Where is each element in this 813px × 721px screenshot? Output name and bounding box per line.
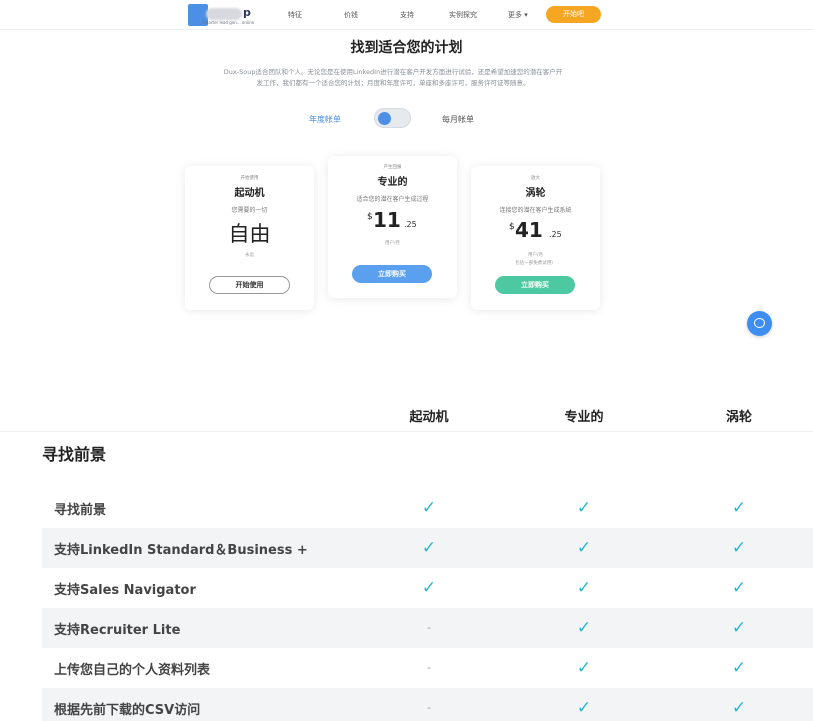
row-label: 寻找前景 <box>54 503 107 518</box>
check-icon: ✓ <box>731 498 747 518</box>
column-header-professional: 专业的 <box>564 410 604 425</box>
nav-link-features[interactable]: 特征 <box>288 10 302 20</box>
page-description: Dux-Soup适合团队和个人。无论您是在使用LinkedIn进行潜在客户开发方… <box>218 67 568 89</box>
check-icon: ✓ <box>731 698 747 718</box>
start-using-button[interactable]: 开始使用 <box>209 276 290 294</box>
plan-price-note-2: 包括一部免费试用） <box>515 261 556 266</box>
table-row: 支持Sales Navigator ✓ ✓ ✓ <box>42 568 813 608</box>
nav-more-label: 更多 <box>508 11 522 19</box>
check-icon: ✓ <box>576 498 592 518</box>
plan-card-starter: 开始使用 起动机 您需要的一切 自由 永远 开始使用 <box>185 166 314 310</box>
table-row: 上传您自己的个人资料列表 - ✓ ✓ <box>42 648 813 688</box>
dash-icon: - <box>427 621 431 634</box>
page-description-line-1: Dux-Soup适合团队和个人。无论您是在使用LinkedIn进行潜在客户开发方… <box>223 68 563 76</box>
billing-toggle[interactable] <box>374 108 411 128</box>
nav-link-case-studies[interactable]: 实例探究 <box>449 10 477 20</box>
plan-name: 涡轮 <box>525 188 546 199</box>
dash-icon: - <box>427 701 431 714</box>
nav-link-support[interactable]: 支持 <box>400 10 414 20</box>
section-title: 寻找前景 <box>42 445 107 464</box>
chat-bubble-icon <box>754 318 765 328</box>
plan-card-turbo: 放大 涡轮 连接您的潜在客户生成系统 $ 41 .25 用户/月 包括一部免费试… <box>471 166 600 310</box>
logo-letter: p <box>243 6 251 19</box>
check-icon: ✓ <box>421 578 437 598</box>
plan-card-professional: 产生回报 专业的 适合您的潜在客户生成过程 $ 11 .25 用户/月 立即购买 <box>328 156 457 298</box>
column-header-turbo: 涡轮 <box>725 410 752 425</box>
table-row: 支持LinkedIn Standard＆Business + ✓ ✓ ✓ <box>42 528 813 568</box>
check-icon: ✓ <box>731 658 747 678</box>
check-icon: ✓ <box>576 578 592 598</box>
chat-button[interactable] <box>747 311 772 336</box>
table-row: 支持Recruiter Lite - ✓ ✓ <box>42 608 813 648</box>
price-currency: $ <box>367 212 373 222</box>
header-divider <box>0 431 813 432</box>
chevron-down-icon: ▾ <box>524 11 528 19</box>
table-row: 寻找前景 ✓ ✓ ✓ <box>42 488 813 528</box>
plan-description: 您需要的一切 <box>231 207 268 214</box>
buy-now-button-professional[interactable]: 立即购买 <box>352 265 432 283</box>
page-title: 找到适合您的计划 <box>350 40 463 56</box>
plan-price-note: 永远 <box>245 253 254 258</box>
check-icon: ✓ <box>421 538 437 558</box>
top-nav: p Smarter lead gen... online 特征 价钱 支持 实例… <box>0 0 813 30</box>
row-label: 上传您自己的个人资料列表 <box>54 663 211 678</box>
check-icon: ✓ <box>576 618 592 638</box>
nav-link-pricing[interactable]: 价钱 <box>344 10 358 20</box>
plan-price-note: 用户/月 <box>527 253 544 258</box>
plan-price-note: 用户/月 <box>384 241 401 246</box>
check-icon: ✓ <box>731 578 747 598</box>
check-icon: ✓ <box>576 538 592 558</box>
row-label: 支持Sales Navigator <box>54 583 196 598</box>
price-amount: 11 <box>373 208 401 232</box>
toggle-knob <box>378 112 391 125</box>
table-row: 根据先前下载的CSV访问 - ✓ ✓ <box>42 688 813 721</box>
column-header-starter: 起动机 <box>409 410 449 425</box>
logo[interactable]: p Smarter lead gen... online <box>188 4 264 26</box>
row-label: 支持LinkedIn Standard＆Business + <box>54 543 308 558</box>
buy-now-button-turbo[interactable]: 立即购买 <box>495 276 575 294</box>
logo-tagline: Smarter lead gen... online <box>202 20 255 25</box>
plan-tag: 开始使用 <box>240 176 259 181</box>
plan-tag: 产生回报 <box>383 165 402 170</box>
logo-redacted <box>206 8 242 20</box>
price-cents: .25 <box>404 220 417 229</box>
plan-price: $ 41 .25 <box>471 218 600 242</box>
dash-icon: - <box>427 661 431 674</box>
billing-annual-label[interactable]: 年度帐单 <box>309 114 341 125</box>
price-amount: 41 <box>515 218 543 242</box>
page-description-line-2: 发工作，我们都有一个适合您的计划；月度和年度许可，单座和多座许可，服务许可证等随… <box>256 79 530 87</box>
price-currency: $ <box>509 222 515 232</box>
check-icon: ✓ <box>421 498 437 518</box>
plan-price-free: 自由 <box>228 222 271 246</box>
get-started-button[interactable]: 开始吧 <box>546 6 601 23</box>
plan-tag: 放大 <box>531 176 540 181</box>
row-label: 支持Recruiter Lite <box>54 623 181 638</box>
check-icon: ✓ <box>731 618 747 638</box>
price-cents: .25 <box>549 230 562 239</box>
check-icon: ✓ <box>576 698 592 718</box>
plan-description: 连接您的潜在客户生成系统 <box>499 207 572 214</box>
plan-name: 专业的 <box>377 177 408 188</box>
check-icon: ✓ <box>731 538 747 558</box>
billing-monthly-label[interactable]: 每月帐单 <box>442 114 474 125</box>
plan-description: 适合您的潜在客户生成过程 <box>356 196 429 203</box>
plan-price: $ 11 .25 <box>328 208 457 232</box>
row-label: 根据先前下载的CSV访问 <box>54 703 201 718</box>
plan-name: 起动机 <box>234 188 265 199</box>
check-icon: ✓ <box>576 658 592 678</box>
nav-more-menu[interactable]: 更多 ▾ <box>508 10 528 20</box>
